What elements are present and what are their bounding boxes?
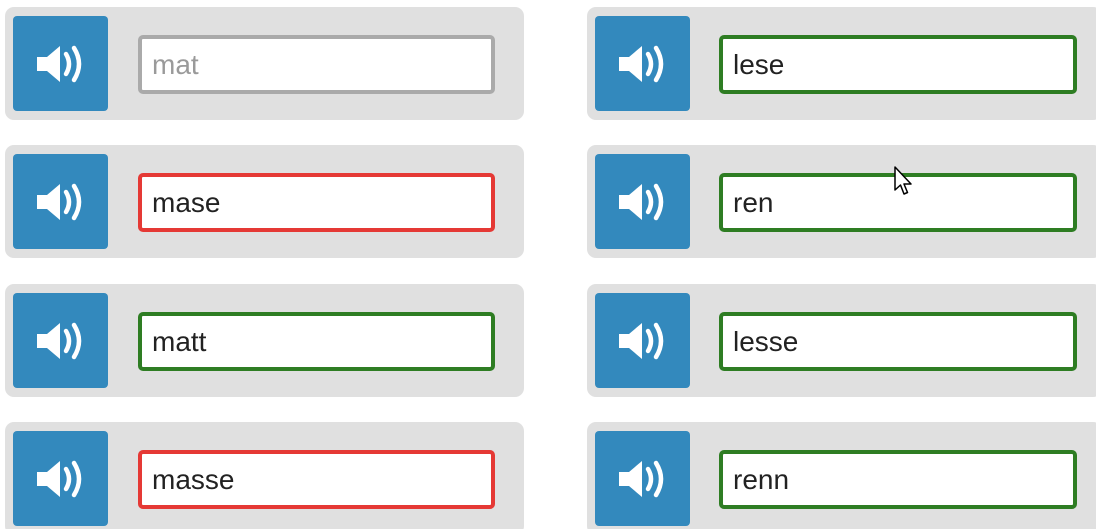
word-card [587, 145, 1096, 258]
word-card [5, 7, 524, 120]
answer-input[interactable] [719, 312, 1077, 371]
play-audio-button[interactable] [595, 293, 690, 388]
speaker-volume-icon [36, 460, 81, 497]
play-audio-button[interactable] [13, 154, 108, 249]
word-card [587, 422, 1096, 529]
answer-input[interactable] [138, 312, 495, 371]
play-audio-button[interactable] [13, 293, 108, 388]
answer-input[interactable] [138, 450, 495, 509]
answer-input[interactable] [138, 173, 495, 232]
answer-input[interactable] [719, 450, 1077, 509]
speaker-volume-icon [618, 45, 663, 82]
play-audio-button[interactable] [595, 154, 690, 249]
speaker-volume-icon [36, 183, 81, 220]
play-audio-button[interactable] [13, 16, 108, 111]
speaker-volume-icon [618, 460, 663, 497]
word-card [587, 284, 1096, 397]
word-card [587, 7, 1096, 120]
answer-input[interactable] [719, 35, 1077, 94]
answer-input[interactable] [719, 173, 1077, 232]
speaker-volume-icon [618, 183, 663, 220]
word-card [5, 284, 524, 397]
speaker-volume-icon [36, 45, 81, 82]
play-audio-button[interactable] [595, 431, 690, 526]
speaker-volume-icon [36, 322, 81, 359]
dictation-exercise-grid [0, 0, 1096, 529]
word-card [5, 422, 524, 529]
word-card [5, 145, 524, 258]
play-audio-button[interactable] [595, 16, 690, 111]
answer-input[interactable] [138, 35, 495, 94]
speaker-volume-icon [618, 322, 663, 359]
play-audio-button[interactable] [13, 431, 108, 526]
